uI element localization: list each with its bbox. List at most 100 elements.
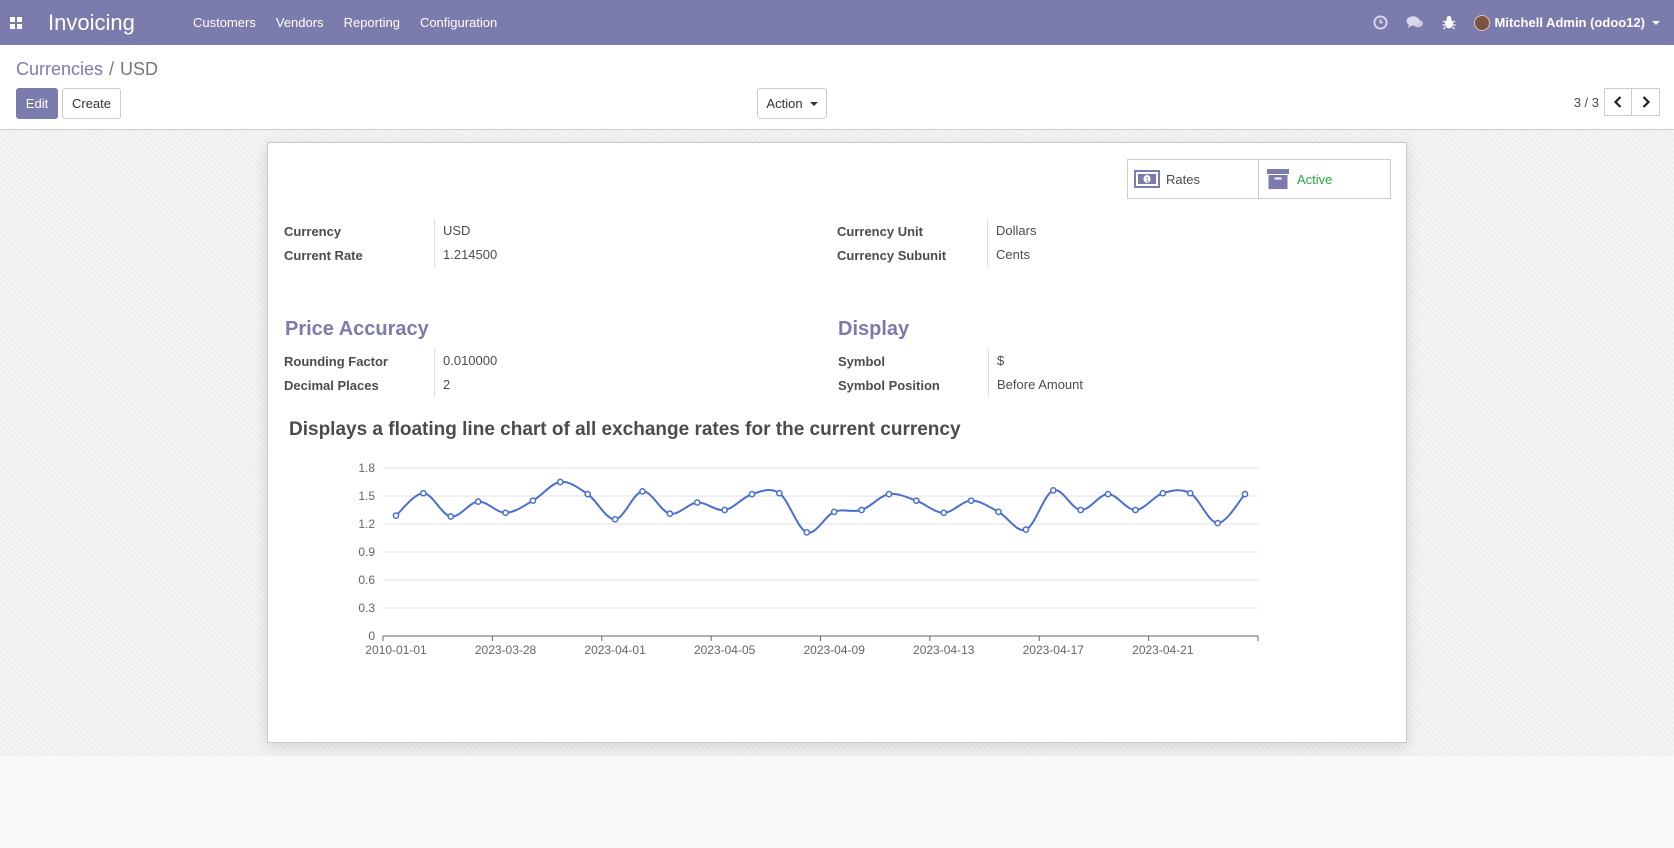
- rate-data-point: [776, 489, 783, 497]
- rate-data-point: [639, 487, 646, 495]
- x-tick-label: 2023-04-21: [1132, 643, 1194, 657]
- archive-icon: [1265, 168, 1291, 190]
- breadcrumb-separator: /: [109, 59, 115, 79]
- breadcrumb-current: USD: [120, 59, 159, 79]
- rate-data-point: [1022, 526, 1030, 533]
- create-button[interactable]: Create: [62, 88, 121, 119]
- main-menu: Customers Vendors Reporting Configuratio…: [183, 0, 507, 45]
- rate-data-point: [1241, 490, 1249, 498]
- decimal-places-label: Decimal Places: [284, 377, 379, 393]
- y-tick-label: 0.6: [358, 573, 375, 587]
- rate-data-point: [392, 512, 400, 519]
- x-tick-label: 2023-04-17: [1023, 643, 1085, 657]
- x-tick-label: 2023-04-01: [584, 643, 646, 657]
- rate-data-point: [447, 513, 455, 520]
- rates-label: Rates: [1166, 171, 1200, 187]
- x-tick-label: 2023-03-28: [475, 643, 537, 657]
- rates-button[interactable]: 1 Rates: [1127, 159, 1259, 199]
- rate-data-point: [611, 515, 619, 523]
- menu-reporting[interactable]: Reporting: [334, 0, 410, 45]
- user-menu[interactable]: Mitchell Admin (odoo12): [1466, 14, 1674, 31]
- menu-customers[interactable]: Customers: [183, 0, 266, 45]
- rate-data-point: [693, 499, 701, 506]
- rate-data-point: [885, 490, 893, 498]
- form-view-background: 1 Rates Active Currency USD Current Rate…: [0, 130, 1674, 756]
- messaging-comments-icon[interactable]: [1398, 0, 1432, 45]
- menu-configuration[interactable]: Configuration: [410, 0, 507, 45]
- rate-series-line: [395, 480, 1246, 534]
- rate-data-point: [1214, 519, 1221, 527]
- currency-subunit-value: Cents: [987, 243, 1030, 267]
- x-tick-label: 2023-04-13: [913, 643, 975, 657]
- field-row-currency: Currency USD: [284, 219, 497, 243]
- money-icon: 1: [1134, 168, 1160, 190]
- debug-bug-icon[interactable]: [1432, 0, 1466, 45]
- exchange-rate-line-chart: 0 0.3 0.6 0.9 1.2 1.5 1.8 2010-01-01 2023-03-28 2…: [358, 461, 1259, 657]
- activity-clock-icon[interactable]: [1364, 0, 1398, 45]
- field-row-symbol-position: Symbol Position Before Amount: [838, 373, 1083, 397]
- rate-data-point: [529, 497, 537, 505]
- chevron-right-icon: [1642, 96, 1650, 108]
- form-sheet: 1 Rates Active Currency USD Current Rate…: [267, 142, 1407, 743]
- current-rate-label: Current Rate: [284, 247, 363, 263]
- app-brand[interactable]: Invoicing: [48, 10, 183, 36]
- pager: 3 / 3: [1574, 88, 1660, 116]
- rate-data-point: [1159, 489, 1167, 497]
- field-row-unit: Currency Unit Dollars: [837, 219, 1036, 243]
- caret-down-icon: [809, 101, 818, 106]
- edit-button[interactable]: Edit: [16, 88, 58, 119]
- action-label: Action: [766, 96, 803, 111]
- avatar: [1473, 14, 1490, 31]
- systray: Mitchell Admin (odoo12): [1364, 0, 1674, 45]
- rate-data-point: [556, 478, 564, 486]
- active-toggle-button[interactable]: Active: [1259, 159, 1391, 199]
- action-dropdown[interactable]: Action: [757, 88, 827, 119]
- rate-data-point: [803, 529, 811, 536]
- top-navbar: Invoicing Customers Vendors Reporting Co…: [0, 0, 1674, 45]
- symbol-value: $: [988, 349, 1004, 373]
- y-tick-label: 0: [368, 629, 375, 643]
- y-tick-label: 0.3: [358, 601, 375, 615]
- display-group: Symbol $ Symbol Position Before Amount: [838, 349, 1083, 397]
- currency-group: Currency USD Current Rate 1.214500: [284, 219, 497, 267]
- currency-unit-label: Currency Unit: [837, 223, 923, 239]
- currency-unit-group: Currency Unit Dollars Currency Subunit C…: [837, 219, 1036, 267]
- user-name: Mitchell Admin (odoo12): [1494, 15, 1645, 30]
- y-tick-label: 1.2: [358, 517, 375, 531]
- rate-data-point: [420, 489, 427, 497]
- symbol-position-value: Before Amount: [988, 373, 1083, 397]
- display-title: Display: [838, 318, 910, 340]
- y-tick-label: 1.5: [358, 489, 375, 503]
- field-row-current-rate: Current Rate 1.214500: [284, 243, 497, 267]
- y-tick-label: 0.9: [358, 545, 375, 559]
- breadcrumb-currencies[interactable]: Currencies: [16, 59, 103, 80]
- currency-subunit-label: Currency Subunit: [837, 247, 947, 263]
- rate-data-point: [913, 497, 920, 505]
- apps-menu-icon[interactable]: [0, 0, 32, 45]
- symbol-label: Symbol: [838, 353, 885, 369]
- rate-data-point: [995, 508, 1002, 516]
- x-tick-label: 2023-04-05: [694, 643, 756, 657]
- decimal-places-value: 2: [434, 373, 450, 397]
- y-tick-label: 1.8: [358, 461, 375, 475]
- pager-value: 3 / 3: [1573, 94, 1599, 110]
- rate-data-point: [721, 506, 728, 514]
- chart-heading: Displays a floating line chart of all ex…: [289, 419, 961, 440]
- menu-vendors[interactable]: Vendors: [266, 0, 334, 45]
- rounding-factor-value: 0.010000: [434, 349, 497, 373]
- rate-data-point: [1132, 506, 1139, 514]
- rate-data-point: [1186, 489, 1194, 497]
- svg-text:1: 1: [1145, 177, 1149, 184]
- rate-data-point: [1104, 490, 1112, 498]
- currency-label: Currency: [284, 223, 342, 239]
- rounding-factor-label: Rounding Factor: [284, 353, 388, 369]
- pager-next-button[interactable]: [1632, 88, 1660, 116]
- symbol-position-label: Symbol Position: [838, 377, 940, 393]
- button-box: 1 Rates Active: [1127, 159, 1391, 199]
- pager-previous-button[interactable]: [1604, 88, 1632, 116]
- rate-data-point: [584, 490, 592, 498]
- rate-data-point: [1077, 506, 1085, 514]
- price-accuracy-group: Rounding Factor 0.010000 Decimal Places …: [284, 349, 497, 397]
- rate-data-point: [858, 506, 865, 514]
- chevron-left-icon: [1613, 96, 1622, 108]
